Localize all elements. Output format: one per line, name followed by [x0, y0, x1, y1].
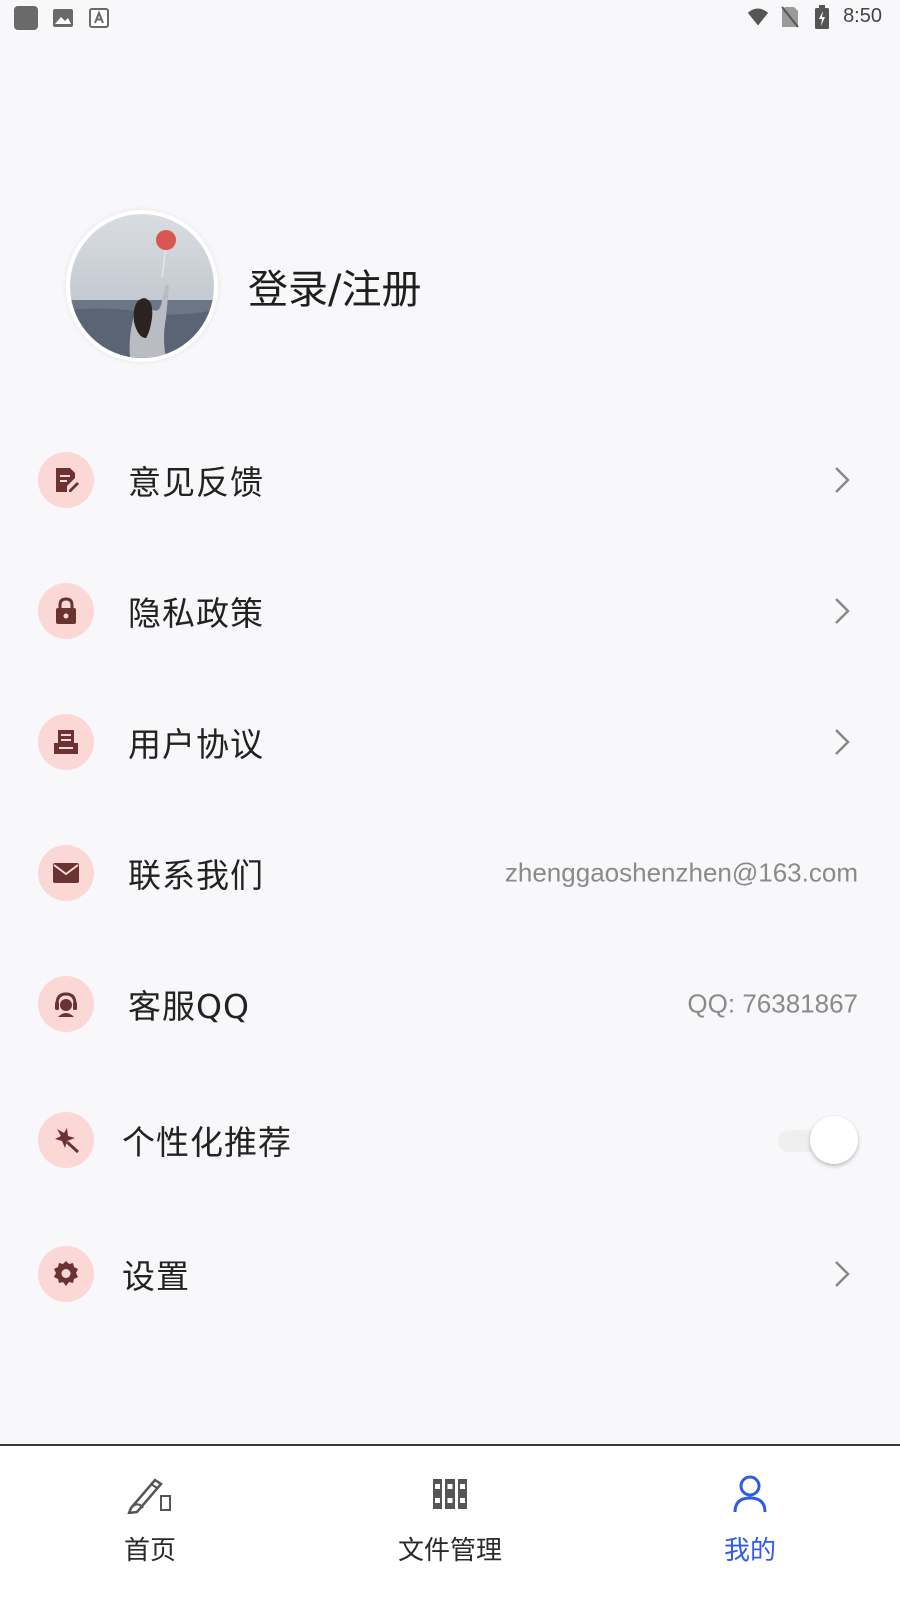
- menu-item-privacy[interactable]: 隐私政策: [38, 581, 858, 641]
- menu-label: 设置: [122, 1257, 190, 1296]
- wifi-icon: [747, 6, 769, 28]
- profile-header[interactable]: 登录/注册: [66, 210, 421, 362]
- personalize-toggle[interactable]: [774, 1116, 858, 1164]
- customer-service-icon: [38, 976, 94, 1032]
- binders-icon: [424, 1468, 476, 1520]
- menu-label: 隐私政策: [128, 594, 264, 633]
- chevron-right-icon: [830, 593, 854, 629]
- menu-item-contact[interactable]: 联系我们 zhenggaoshenzhen@163.com: [38, 843, 858, 903]
- sparkle-icon: [38, 1112, 94, 1168]
- menu-item-qq[interactable]: 客服QQ QQ: 76381867: [38, 974, 858, 1034]
- edit-document-icon: [38, 452, 94, 508]
- contact-email-value[interactable]: zhenggaoshenzhen@163.com: [505, 858, 858, 889]
- nav-label: 我的: [723, 1536, 776, 1566]
- bottom-navigation: 首页 文件管理 我的: [0, 1444, 900, 1600]
- nav-tab-mine[interactable]: 我的: [660, 1468, 840, 1567]
- chevron-right-icon: [830, 1256, 854, 1292]
- menu-label: 个性化推荐: [122, 1123, 292, 1162]
- app-square-icon: [14, 6, 38, 30]
- document-tray-icon: [38, 714, 94, 770]
- user-icon: [724, 1468, 776, 1520]
- menu-item-personalize: 个性化推荐: [38, 1110, 858, 1170]
- mail-icon: [38, 845, 94, 901]
- font-icon: [88, 7, 110, 29]
- menu-item-agreement[interactable]: 用户协议: [38, 712, 858, 772]
- pen-icon: [124, 1468, 176, 1520]
- qq-number-value[interactable]: QQ: 76381867: [687, 989, 858, 1020]
- menu-label: 意见反馈: [128, 463, 264, 502]
- gear-icon: [38, 1246, 94, 1302]
- menu-label: 用户协议: [128, 725, 264, 764]
- battery-charging-icon: [811, 4, 833, 29]
- chevron-right-icon: [830, 462, 854, 498]
- menu-item-settings[interactable]: 设置: [38, 1244, 858, 1304]
- image-icon: [52, 7, 74, 29]
- chevron-right-icon: [830, 724, 854, 760]
- nav-tab-files[interactable]: 文件管理: [360, 1468, 540, 1567]
- menu-label: 客服QQ: [128, 987, 250, 1026]
- menu-label: 联系我们: [128, 856, 264, 895]
- nav-tab-home[interactable]: 首页: [60, 1468, 240, 1567]
- avatar[interactable]: [66, 210, 218, 362]
- clock-time: 8:50: [843, 5, 882, 27]
- menu-item-feedback[interactable]: 意见反馈: [38, 450, 858, 510]
- no-sim-icon: [779, 5, 801, 28]
- status-bar: 8:50: [0, 0, 900, 36]
- login-register-link[interactable]: 登录/注册: [248, 257, 421, 315]
- nav-label: 首页: [123, 1536, 176, 1566]
- nav-label: 文件管理: [397, 1536, 502, 1566]
- lock-icon: [38, 583, 94, 639]
- avatar-photo: [70, 214, 214, 358]
